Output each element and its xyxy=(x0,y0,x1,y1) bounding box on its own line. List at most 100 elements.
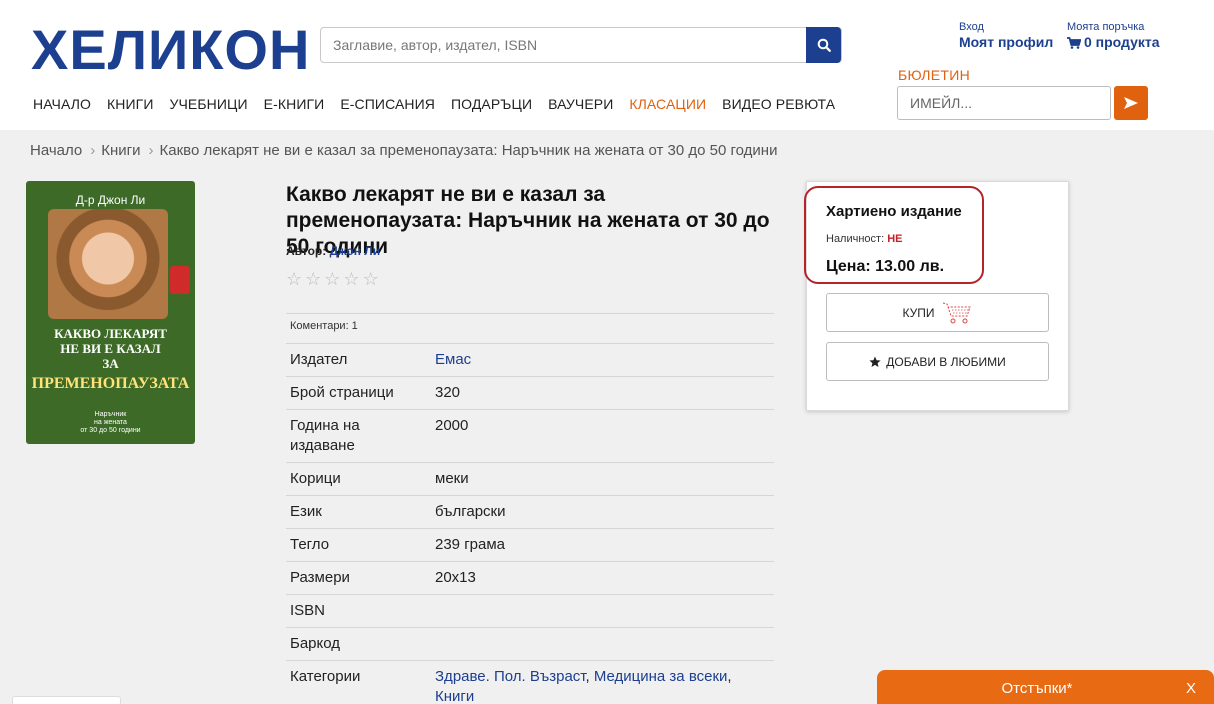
table-row: Категории Здраве. Пол. Възраст, Медицина… xyxy=(286,660,774,704)
search-icon xyxy=(817,38,831,52)
profile-link[interactable]: Моят профил xyxy=(959,34,1053,51)
detail-key: Издател xyxy=(286,343,431,377)
nav-item-books[interactable]: КНИГИ xyxy=(107,96,153,112)
cart-icon xyxy=(942,302,971,323)
cover-portrait xyxy=(48,209,168,319)
price: Цена: 13.00 лв. xyxy=(826,258,945,275)
table-row: ISBN xyxy=(286,594,774,628)
detail-value xyxy=(431,627,774,661)
site-logo[interactable]: ХЕЛИКОН xyxy=(31,20,310,80)
publisher-link[interactable]: Емас xyxy=(435,351,471,368)
cover-subtitle-line: на жената xyxy=(94,419,127,426)
category-link[interactable]: Здраве. Пол. Възраст xyxy=(435,668,586,685)
star-icon xyxy=(869,356,881,367)
cart-count: 0 продукта xyxy=(1084,34,1160,50)
favorites-button-label: ДОБАВИ В ЛЮБИМИ xyxy=(886,354,1006,369)
table-row: Баркод xyxy=(286,627,774,661)
category-link[interactable]: Медицина за всеки xyxy=(594,668,728,685)
search-box xyxy=(320,27,842,63)
star-icon[interactable]: ☆ xyxy=(343,270,359,288)
detail-value: 2000 xyxy=(431,409,774,463)
star-icon[interactable]: ☆ xyxy=(286,270,302,288)
rating-stars[interactable]: ☆ ☆ ☆ ☆ ☆ xyxy=(286,270,379,288)
nav-item-emagazines[interactable]: Е-СПИСАНИЯ xyxy=(340,96,435,112)
order-label: Моята поръчка xyxy=(1067,21,1145,33)
author-line: Автор: Джон Ли xyxy=(286,244,380,258)
close-icon[interactable]: X xyxy=(1186,680,1196,697)
buy-button[interactable]: КУПИ xyxy=(826,293,1049,332)
detail-value: Емас xyxy=(431,343,774,377)
cover-subtitle: Наръчник на жената от 30 до 50 години xyxy=(26,411,195,435)
detail-key: Тегло xyxy=(286,528,431,562)
nav-item-home[interactable]: НАЧАЛО xyxy=(33,96,91,112)
bottom-widget-tab[interactable] xyxy=(12,696,121,704)
detail-key: ISBN xyxy=(286,594,431,628)
add-to-favorites-button[interactable]: ДОБАВИ В ЛЮБИМИ xyxy=(826,342,1049,381)
order-link[interactable]: Моята поръчка 0 продукта xyxy=(1067,20,1160,51)
send-arrow-icon xyxy=(1124,97,1138,109)
nav-item-textbooks[interactable]: УЧЕБНИЦИ xyxy=(170,96,248,112)
detail-key: Година на издаване xyxy=(286,409,431,463)
detail-value xyxy=(431,594,774,628)
newsletter-email-input[interactable] xyxy=(897,86,1111,120)
account-link[interactable]: Вход Моят профил xyxy=(959,20,1053,51)
detail-key: Категории xyxy=(286,660,431,704)
book-details-table: Издател Емас Брой страници 320 Година на… xyxy=(286,343,774,704)
table-row: Година на издаване 2000 xyxy=(286,409,774,463)
availability-label: Наличност: xyxy=(826,233,885,245)
nav-item-ebooks[interactable]: Е-КНИГИ xyxy=(264,96,325,112)
cover-title-line: НЕ ВИ Е КАЗАЛ xyxy=(60,341,161,356)
category-link[interactable]: Книги xyxy=(435,688,474,704)
table-row: Размери 20x13 xyxy=(286,561,774,595)
newsletter-label: БЮЛЕТИН xyxy=(898,67,971,83)
breadcrumb-separator-icon: › xyxy=(148,142,154,159)
availability: Наличност: НЕ xyxy=(826,233,903,245)
table-row: Корици меки xyxy=(286,462,774,496)
availability-value: НЕ xyxy=(887,233,903,245)
site-header: ХЕЛИКОН Вход Моят профил Моята поръчка 0… xyxy=(0,0,1214,130)
edition-title: Хартиено издание xyxy=(826,203,962,220)
star-icon[interactable]: ☆ xyxy=(363,270,379,288)
detail-value: 239 грама xyxy=(431,528,774,562)
table-row: Език български xyxy=(286,495,774,529)
login-label[interactable]: Вход xyxy=(959,20,1053,34)
breadcrumb: Начало › Книги › Какво лекарят не ви е к… xyxy=(30,142,777,159)
star-icon[interactable]: ☆ xyxy=(305,270,321,288)
detail-value: български xyxy=(431,495,774,529)
cart-icon xyxy=(1067,36,1081,49)
cover-title-big: ПРЕМЕНОПАУЗАТА xyxy=(31,375,190,392)
detail-value: меки xyxy=(431,462,774,496)
nav-item-vouchers[interactable]: ВАУЧЕРИ xyxy=(548,96,613,112)
cover-title-line: ЗА xyxy=(102,356,119,371)
discount-bar[interactable]: Отстъпки* X xyxy=(877,670,1214,704)
star-icon[interactable]: ☆ xyxy=(324,270,340,288)
buy-button-label: КУПИ xyxy=(902,305,935,320)
search-input[interactable] xyxy=(321,28,807,62)
table-row: Брой страници 320 xyxy=(286,376,774,410)
breadcrumb-home[interactable]: Начало xyxy=(30,142,82,159)
detail-key: Корици xyxy=(286,462,431,496)
detail-key: Език xyxy=(286,495,431,529)
nav-item-gifts[interactable]: ПОДАРЪЦИ xyxy=(451,96,532,112)
detail-value: Здраве. Пол. Възраст, Медицина за всеки,… xyxy=(431,660,774,704)
breadcrumb-current: Какво лекарят не ви е казал за пременопа… xyxy=(159,142,778,159)
cart-link[interactable]: 0 продукта xyxy=(1067,34,1160,51)
breadcrumb-separator-icon: › xyxy=(90,142,96,159)
table-row: Издател Емас xyxy=(286,343,774,377)
author-link[interactable]: Джон Ли xyxy=(330,244,380,258)
cover-subtitle-line: от 30 до 50 години xyxy=(80,427,141,434)
book-cover-image[interactable]: Д-р Джон Ли КАКВО ЛЕКАРЯТ НЕ ВИ Е КАЗАЛ … xyxy=(26,181,195,444)
nav-item-video-reviews[interactable]: ВИДЕО РЕВЮТА xyxy=(722,96,835,112)
main-nav: НАЧАЛО КНИГИ УЧЕБНИЦИ Е-КНИГИ Е-СПИСАНИЯ… xyxy=(33,96,851,112)
table-row: Тегло 239 грама xyxy=(286,528,774,562)
newsletter-submit-button[interactable] xyxy=(1114,86,1148,120)
cover-publisher-badge xyxy=(170,266,190,294)
cover-author: Д-р Джон Ли xyxy=(75,193,146,207)
search-button[interactable] xyxy=(806,27,841,63)
nav-item-rankings[interactable]: КЛАСАЦИИ xyxy=(629,96,706,112)
author-label: Автор: xyxy=(286,244,327,258)
breadcrumb-books[interactable]: Книги xyxy=(101,142,140,159)
discount-label[interactable]: Отстъпки* xyxy=(877,680,1197,697)
cover-title: КАКВО ЛЕКАРЯТ НЕ ВИ Е КАЗАЛ ЗА xyxy=(26,326,195,371)
comments-count[interactable]: Коментари: 1 xyxy=(286,313,774,344)
